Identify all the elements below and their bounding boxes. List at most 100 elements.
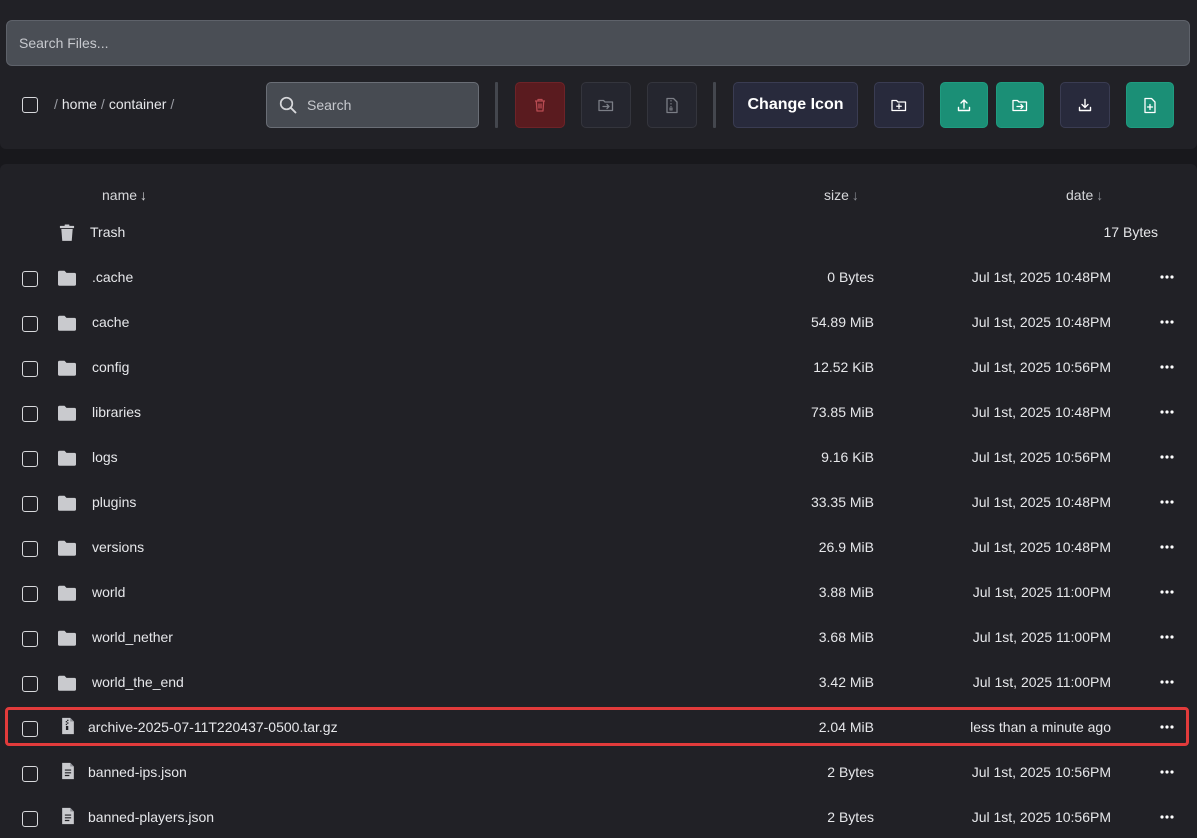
column-size-label: size (824, 187, 849, 203)
more-options-button[interactable] (1158, 765, 1176, 779)
row-checkbox[interactable] (22, 406, 38, 422)
breadcrumb-home[interactable]: home (62, 96, 97, 112)
more-options-button[interactable] (1158, 450, 1176, 464)
sort-arrow-icon: ↓ (1096, 187, 1104, 203)
file-name[interactable]: archive-2025-07-11T220437-0500.tar.gz (88, 719, 338, 735)
table-row[interactable]: banned-players.json 2 Bytes Jul 1st, 2025 … (0, 796, 1197, 838)
row-checkbox[interactable] (22, 451, 38, 467)
breadcrumb-container[interactable]: container (109, 96, 167, 112)
trash-icon (535, 98, 545, 112)
column-date-header[interactable]: date ↓ (1066, 187, 1103, 203)
table-row[interactable]: config 12.52 KiB Jul 1st, 2025 10:56PM (0, 346, 1197, 391)
toolbar-divider (713, 82, 716, 128)
file-date: Jul 1st, 2025 10:56PM (971, 764, 1111, 780)
row-checkbox[interactable] (22, 766, 38, 782)
table-row[interactable]: archive-2025-07-11T220437-0500.tar.gz 2.0… (0, 706, 1197, 751)
download-button[interactable] (1060, 82, 1110, 128)
select-all-checkbox[interactable] (22, 97, 38, 113)
row-checkbox[interactable] (22, 811, 38, 827)
file-size: 0 Bytes (827, 269, 874, 285)
file-name[interactable]: logs (92, 449, 118, 465)
folder-upload-icon (1012, 99, 1028, 112)
delete-button[interactable] (515, 82, 565, 128)
more-options-button[interactable] (1158, 810, 1176, 824)
file-date: Jul 1st, 2025 11:00PM (972, 629, 1111, 645)
more-options-button[interactable] (1158, 585, 1176, 599)
more-options-button[interactable] (1158, 270, 1176, 284)
folder-icon (58, 630, 76, 646)
archive-button[interactable] (647, 82, 697, 128)
more-options-button[interactable] (1158, 630, 1176, 644)
breadcrumb-separator: / (170, 96, 175, 112)
folder-icon (58, 495, 76, 511)
file-name[interactable]: libraries (92, 404, 141, 420)
file-name[interactable]: .cache (92, 269, 133, 285)
new-file-button[interactable] (1126, 82, 1174, 128)
file-date: Jul 1st, 2025 10:48PM (971, 494, 1111, 510)
table-row[interactable]: logs 9.16 KiB Jul 1st, 2025 10:56PM (0, 436, 1197, 481)
more-options-button[interactable] (1158, 495, 1176, 509)
more-options-button[interactable] (1158, 675, 1176, 689)
upload-icon (957, 99, 971, 112)
column-date-label: date (1066, 187, 1094, 203)
folder-icon (58, 270, 76, 286)
table-row[interactable]: cache 54.89 MiB Jul 1st, 2025 10:48PM (0, 301, 1197, 346)
more-options-button[interactable] (1158, 405, 1176, 419)
table-row[interactable]: world_the_end 3.42 MiB Jul 1st, 2025 11:00… (0, 661, 1197, 706)
file-size: 12.52 KiB (813, 359, 874, 375)
row-checkbox[interactable] (22, 496, 38, 512)
file-size: 3.68 MiB (818, 629, 874, 645)
upload-button[interactable] (940, 82, 988, 128)
file-name[interactable]: world (92, 584, 125, 600)
search-files-input[interactable] (6, 20, 1190, 66)
column-size-header[interactable]: size ↓ (824, 187, 859, 203)
row-checkbox[interactable] (22, 676, 38, 692)
trash-name[interactable]: Trash (90, 224, 125, 240)
toolbar-search-input[interactable] (307, 97, 457, 113)
row-checkbox[interactable] (22, 316, 38, 332)
table-row[interactable]: .cache 0 Bytes Jul 1st, 2025 10:48PM (0, 256, 1197, 301)
table-row[interactable]: banned-ips.json 2 Bytes Jul 1st, 2025 10:5… (0, 751, 1197, 796)
folder-icon (58, 405, 76, 421)
folder-icon (58, 585, 76, 601)
file-date: Jul 1st, 2025 10:48PM (971, 314, 1111, 330)
toolbar-search[interactable] (266, 82, 479, 128)
row-checkbox[interactable] (22, 271, 38, 287)
table-row[interactable]: world_nether 3.68 MiB Jul 1st, 2025 11:00P… (0, 616, 1197, 661)
new-folder-button[interactable] (874, 82, 924, 128)
file-size: 2 Bytes (827, 809, 874, 825)
file-name[interactable]: world_the_end (92, 674, 184, 690)
file-name[interactable]: world_nether (92, 629, 173, 645)
file-name[interactable]: plugins (92, 494, 136, 510)
table-row[interactable]: world 3.88 MiB Jul 1st, 2025 11:00PM (0, 571, 1197, 616)
upload-folder-button[interactable] (996, 82, 1044, 128)
file-date: Jul 1st, 2025 10:56PM (971, 449, 1111, 465)
table-row[interactable]: versions 26.9 MiB Jul 1st, 2025 10:48PM (0, 526, 1197, 571)
file-name[interactable]: cache (92, 314, 129, 330)
file-icon (62, 807, 74, 825)
table-row[interactable]: libraries 73.85 MiB Jul 1st, 2025 10:48PM (0, 391, 1197, 436)
row-checkbox[interactable] (22, 541, 38, 557)
file-name[interactable]: banned-players.json (88, 809, 214, 825)
row-checkbox[interactable] (22, 361, 38, 377)
file-size: 3.88 MiB (818, 584, 874, 600)
table-row[interactable]: plugins 33.35 MiB Jul 1st, 2025 10:48PM (0, 481, 1197, 526)
file-name[interactable]: config (92, 359, 129, 375)
more-options-button[interactable] (1158, 720, 1176, 734)
file-name[interactable]: versions (92, 539, 144, 555)
folder-icon (58, 360, 76, 376)
file-size: 3.42 MiB (818, 674, 874, 690)
change-icon-button[interactable]: Change Icon (733, 82, 858, 128)
column-name-header[interactable]: name ↓ (102, 187, 147, 203)
trash-row[interactable]: Trash 17 Bytes (0, 211, 1197, 256)
row-checkbox[interactable] (22, 586, 38, 602)
move-button[interactable] (581, 82, 631, 128)
row-checkbox[interactable] (22, 721, 38, 737)
more-options-button[interactable] (1158, 315, 1176, 329)
more-options-button[interactable] (1158, 540, 1176, 554)
folder-plus-icon (891, 99, 907, 112)
row-checkbox[interactable] (22, 631, 38, 647)
folder-icon (58, 450, 76, 466)
file-name[interactable]: banned-ips.json (88, 764, 187, 780)
more-options-button[interactable] (1158, 360, 1176, 374)
